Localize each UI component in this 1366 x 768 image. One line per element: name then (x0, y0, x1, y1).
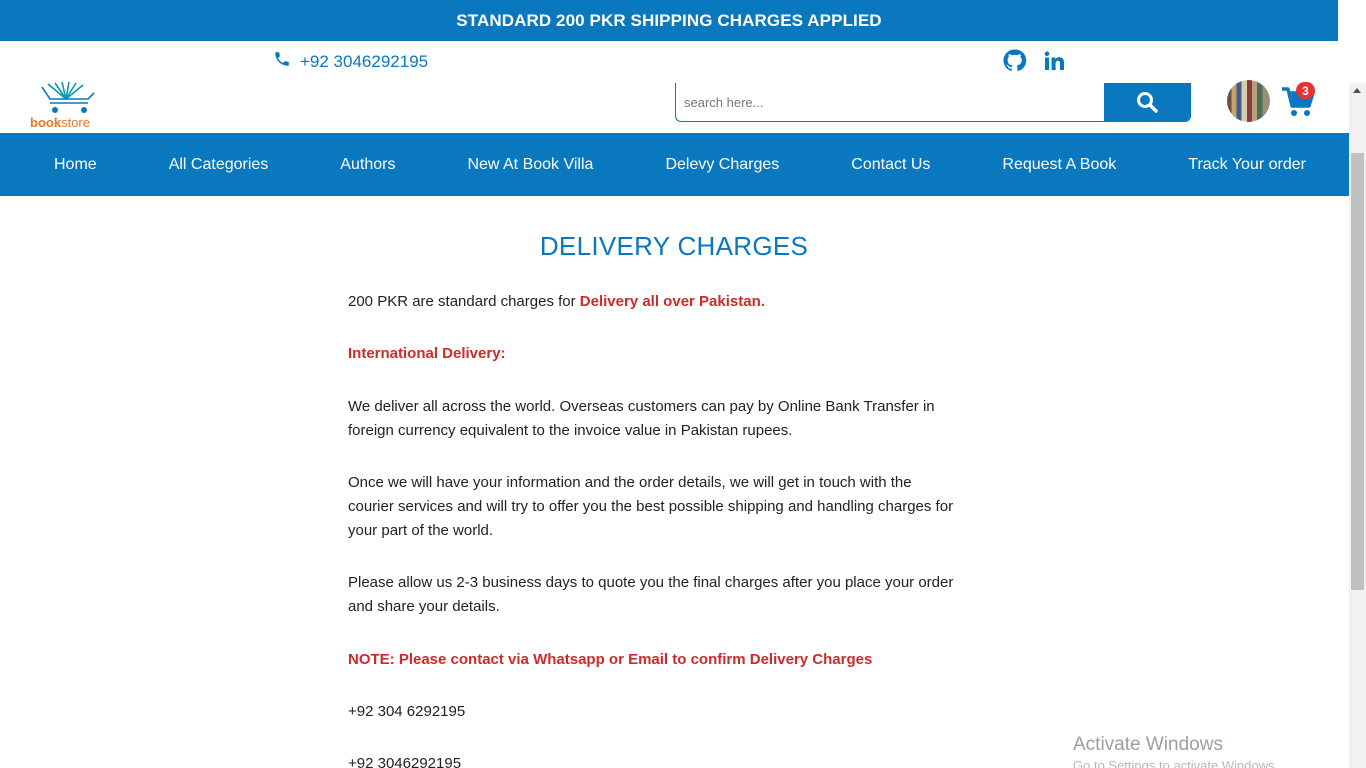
phone-icon (273, 50, 291, 73)
delivery-charges-content: DELIVERY CHARGES 200 PKR are standard ch… (348, 230, 1000, 768)
nav-item-new-at-book-villa[interactable]: New At Book Villa (467, 156, 593, 174)
nav-item-home[interactable]: Home (54, 156, 97, 174)
international-delivery-heading: International Delivery: (348, 345, 506, 362)
nav-item-request-a-book[interactable]: Request A Book (1002, 156, 1116, 174)
windows-watermark-subtitle: Go to Settings to activate Windows. (1073, 758, 1279, 768)
contact-phone-1[interactable]: +92 304 6292195 (348, 700, 465, 724)
phone-number: +92 3046292195 (300, 51, 429, 71)
logo-text-bold: book (30, 115, 62, 130)
contact-phone-2[interactable]: +92 3046292195 (348, 752, 461, 768)
international-line-1: We deliver all across the world. Oversea… (348, 398, 935, 415)
search-input[interactable] (676, 83, 1104, 121)
courier-line-2: courier services and will try to offer y… (348, 498, 954, 515)
pakistan-delivery-highlight: Delivery all over Pakistan. (579, 293, 765, 310)
github-icon[interactable] (1002, 48, 1027, 78)
courier-line-3: your part of the world. (348, 522, 494, 539)
standard-charges-text: 200 PKR are standard charges for (348, 293, 580, 310)
page-scrollbar[interactable] (1349, 83, 1366, 768)
logo-text-rest: store (61, 115, 90, 130)
header-phone[interactable]: +92 3046292195 (273, 50, 428, 73)
social-links (1002, 48, 1066, 78)
note-text: NOTE: Please contact via Whatsapp or Ema… (348, 651, 873, 668)
avatar[interactable] (1227, 80, 1270, 122)
search-icon (1137, 92, 1158, 113)
page-title: DELIVERY CHARGES (539, 231, 809, 261)
nav-item-delivery-charges[interactable]: Delevy Charges (665, 156, 779, 174)
linkedin-icon[interactable] (1042, 49, 1066, 78)
quote-paragraph: Please allow us 2-3 business days to quo… (348, 571, 953, 619)
scrollbar-thumb[interactable] (1351, 153, 1364, 590)
nav-item-track-order[interactable]: Track Your order (1188, 156, 1306, 174)
standard-charges-paragraph: 200 PKR are standard charges for Deliver… (348, 290, 765, 314)
search-bar (675, 83, 1191, 122)
windows-watermark-title: Activate Windows (1073, 734, 1223, 755)
scroll-up-arrow-icon[interactable] (1353, 88, 1361, 93)
nav-item-all-categories[interactable]: All Categories (169, 156, 269, 174)
quote-line-1: Please allow us 2-3 business days to quo… (348, 574, 954, 591)
main-nav: Home All Categories Authors New At Book … (0, 133, 1350, 196)
international-line-2: foreign currency equivalent to the invoi… (348, 422, 793, 439)
courier-line-1: Once we will have your information and t… (348, 474, 912, 491)
announcement-bar: STANDARD 200 PKR SHIPPING CHARGES APPLIE… (0, 0, 1338, 41)
nav-item-authors[interactable]: Authors (340, 156, 395, 174)
quote-line-2: and share your details. (348, 598, 500, 615)
logo-text: bookstore (30, 115, 90, 130)
search-button[interactable] (1104, 83, 1190, 121)
courier-paragraph: Once we will have your information and t… (348, 471, 953, 543)
nav-item-contact-us[interactable]: Contact Us (851, 156, 930, 174)
international-paragraph: We deliver all across the world. Oversea… (348, 395, 935, 443)
logo-graphic-icon (41, 81, 95, 113)
cart-count-badge: 3 (1296, 82, 1315, 99)
announcement-text: STANDARD 200 PKR SHIPPING CHARGES APPLIE… (456, 10, 882, 30)
